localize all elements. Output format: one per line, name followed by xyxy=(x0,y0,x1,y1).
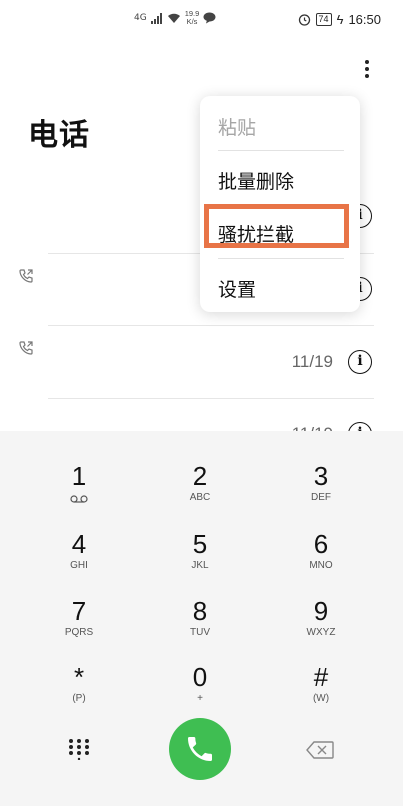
row-divider xyxy=(48,398,374,399)
menu-item-settings[interactable]: 设置 xyxy=(218,275,256,302)
dial-key-4[interactable]: 4 GHI xyxy=(29,529,129,593)
dial-key-8[interactable]: 8 TUV xyxy=(150,596,250,660)
outgoing-call-icon xyxy=(19,341,33,355)
menu-item-batch-delete[interactable]: 批量删除 xyxy=(218,167,294,194)
key-letters: (P) xyxy=(72,693,86,704)
row-divider xyxy=(48,325,374,326)
key-digit: * xyxy=(73,662,85,692)
phone-icon xyxy=(188,737,212,761)
key-digit: 7 xyxy=(71,596,87,626)
call-button[interactable] xyxy=(169,718,231,780)
key-letters: ABC xyxy=(189,492,211,503)
alarm-icon xyxy=(298,14,310,26)
page-title: 电话 xyxy=(28,118,90,153)
more-options-icon[interactable] xyxy=(356,58,378,80)
key-digit: 3 xyxy=(313,461,329,491)
outgoing-call-icon xyxy=(19,269,33,283)
network-speed: 19.9 K/s xyxy=(185,10,200,26)
key-digit: 8 xyxy=(192,596,208,626)
call-details-info-icon[interactable]: i xyxy=(348,350,372,374)
menu-item-paste[interactable]: 粘贴 xyxy=(218,113,256,140)
dial-key-6[interactable]: 6 MNO xyxy=(271,529,371,593)
key-letters: WXYZ xyxy=(306,627,336,638)
key-digit: 9 xyxy=(313,596,329,626)
voicemail-icon xyxy=(70,495,88,503)
status-time: 16:50 xyxy=(348,12,381,27)
key-digit: 4 xyxy=(71,529,87,559)
battery-indicator: 74 xyxy=(315,13,332,26)
key-digit: # xyxy=(313,662,329,692)
highlight-box xyxy=(204,204,349,248)
network-speed-unit: K/s xyxy=(186,17,198,26)
status-left: 4G 19.9 K/s xyxy=(134,10,216,26)
key-digit: 2 xyxy=(192,461,208,491)
key-letters: + xyxy=(197,693,203,704)
key-digit: 6 xyxy=(313,529,329,559)
signal-icon xyxy=(150,12,162,24)
status-right: 74 ϟ 16:50 xyxy=(298,12,381,27)
status-bar: 4G 19.9 K/s 74 ϟ 16:50 xyxy=(0,0,403,40)
dialpad-toggle-icon[interactable] xyxy=(68,738,90,760)
dial-key-9[interactable]: 9 WXYZ xyxy=(271,596,371,660)
key-letters: GHI xyxy=(70,560,88,571)
key-digit: 5 xyxy=(192,529,208,559)
key-letters: JKL xyxy=(191,560,209,571)
network-type-label: 4G xyxy=(134,12,147,23)
key-letters: TUV xyxy=(190,627,210,638)
key-digit: 0 xyxy=(192,662,208,692)
dial-key-2[interactable]: 2 ABC xyxy=(150,461,250,525)
key-letters: (W) xyxy=(312,693,330,704)
dial-key-3[interactable]: 3 DEF xyxy=(271,461,371,525)
dial-key-0[interactable]: 0 + xyxy=(150,662,250,726)
menu-divider xyxy=(218,150,344,151)
key-letters: DEF xyxy=(311,492,331,503)
dial-key-5[interactable]: 5 JKL xyxy=(150,529,250,593)
dial-key-star[interactable]: * (P) xyxy=(29,662,129,726)
dial-key-hash[interactable]: # (W) xyxy=(271,662,371,726)
backspace-icon[interactable] xyxy=(306,741,334,759)
wifi-icon xyxy=(167,13,180,23)
menu-divider xyxy=(218,258,344,259)
message-icon xyxy=(203,12,216,24)
key-letters: PQRS xyxy=(64,627,94,638)
key-letters: MNO xyxy=(309,560,333,571)
charging-icon: ϟ xyxy=(336,12,344,27)
dial-key-7[interactable]: 7 PQRS xyxy=(29,596,129,660)
key-digit: 1 xyxy=(71,461,87,491)
dial-key-1[interactable]: 1 xyxy=(29,461,129,525)
call-date: 11/19 xyxy=(291,352,333,371)
